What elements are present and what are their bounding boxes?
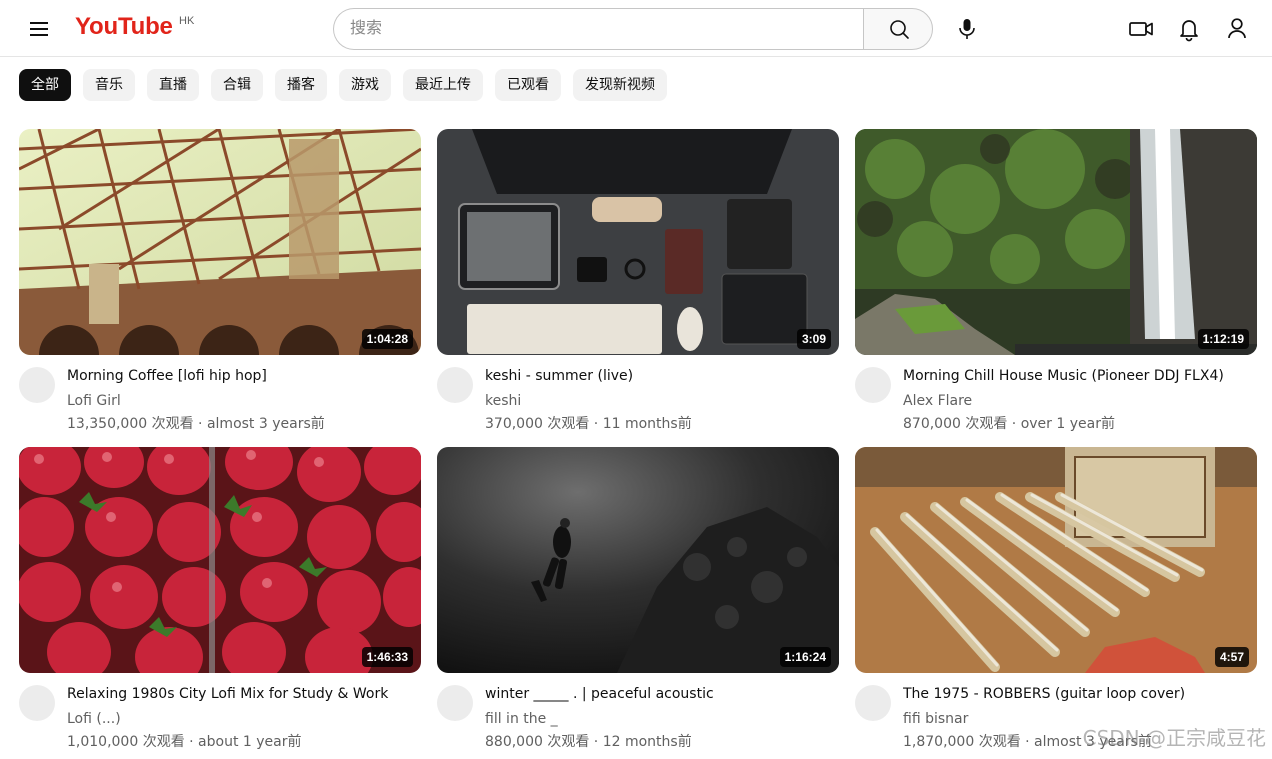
watermark: CSDN @正宗咸豆花 — [1082, 726, 1266, 750]
chip-live[interactable]: 直播 — [147, 69, 199, 101]
video-meta: 13,350,000 次观看 · almost 3 years前 — [67, 416, 325, 432]
avatar[interactable] — [855, 367, 891, 403]
notifications-button[interactable] — [1172, 12, 1206, 46]
account-icon — [1228, 18, 1246, 39]
video-duration: 1:46:33 — [361, 647, 413, 667]
channel-name[interactable]: keshi — [485, 393, 521, 409]
channel-name[interactable]: fill in the _ — [485, 711, 558, 727]
top-bar: YouTube HK — [0, 0, 1272, 57]
video-meta: 1,010,000 次观看 · about 1 year前 — [67, 734, 302, 750]
chip-music[interactable]: 音乐 — [83, 69, 135, 101]
video-camera-icon — [1129, 22, 1153, 36]
channel-name[interactable]: Lofi Girl — [67, 393, 121, 409]
youtube-logo[interactable]: YouTube HK — [75, 13, 194, 43]
video-title[interactable]: The 1975 - ROBBERS (guitar loop cover) — [903, 686, 1253, 702]
search-input[interactable] — [333, 8, 864, 50]
chip-new-to-you[interactable]: 发现新视频 — [573, 69, 667, 101]
video-meta: 870,000 次观看 · over 1 year前 — [903, 416, 1115, 432]
video-thumbnail[interactable]: 3:09 — [437, 129, 839, 355]
video-meta: 370,000 次观看 · 11 months前 — [485, 416, 692, 432]
channel-name[interactable]: Lofi (...) — [67, 711, 121, 727]
video-title[interactable]: winter _____ . | peaceful acoustic — [485, 686, 835, 702]
avatar[interactable] — [19, 367, 55, 403]
video-thumbnail[interactable]: 1:04:28 — [19, 129, 421, 355]
video-title[interactable]: Morning Chill House Music (Pioneer DDJ F… — [903, 368, 1253, 384]
search-icon — [890, 20, 909, 39]
mic-icon — [959, 19, 975, 39]
chip-podcasts[interactable]: 播客 — [275, 69, 327, 101]
channel-name[interactable]: Alex Flare — [903, 393, 972, 409]
channel-name[interactable]: fifi bisnar — [903, 711, 968, 727]
account-button[interactable] — [1220, 12, 1254, 46]
chip-watched[interactable]: 已观看 — [495, 69, 561, 101]
menu-icon[interactable] — [24, 16, 54, 42]
bell-icon — [1180, 20, 1198, 42]
chip-all[interactable]: 全部 — [19, 69, 71, 101]
avatar[interactable] — [855, 685, 891, 721]
chip-recently-uploaded[interactable]: 最近上传 — [403, 69, 483, 101]
chip-mixes[interactable]: 合辑 — [211, 69, 263, 101]
video-duration: 1:16:24 — [779, 647, 831, 667]
video-thumbnail[interactable]: 1:16:24 — [437, 447, 839, 673]
video-thumbnail[interactable]: 1:12:19 — [855, 129, 1257, 355]
voice-search-button[interactable] — [950, 12, 984, 46]
avatar[interactable] — [437, 367, 473, 403]
logo-text: YouTube — [75, 13, 173, 40]
video-thumbnail[interactable]: 1:46:33 — [19, 447, 421, 673]
search-button[interactable] — [863, 8, 933, 50]
video-duration: 1:04:28 — [361, 329, 413, 349]
avatar[interactable] — [19, 685, 55, 721]
avatar[interactable] — [437, 685, 473, 721]
video-thumbnail[interactable]: 4:57 — [855, 447, 1257, 673]
logo-region: HK — [179, 15, 195, 27]
video-duration: 3:09 — [796, 329, 831, 349]
video-duration: 4:57 — [1214, 647, 1249, 667]
create-button[interactable] — [1124, 12, 1158, 46]
video-meta: 880,000 次观看 · 12 months前 — [485, 734, 692, 750]
video-title[interactable]: Morning Coffee [lofi hip hop] — [67, 368, 417, 384]
video-title[interactable]: Relaxing 1980s City Lofi Mix for Study &… — [67, 686, 417, 702]
video-duration: 1:12:19 — [1197, 329, 1249, 349]
chip-gaming[interactable]: 游戏 — [339, 69, 391, 101]
search-box — [333, 8, 933, 50]
video-title[interactable]: keshi - summer (live) — [485, 368, 835, 384]
